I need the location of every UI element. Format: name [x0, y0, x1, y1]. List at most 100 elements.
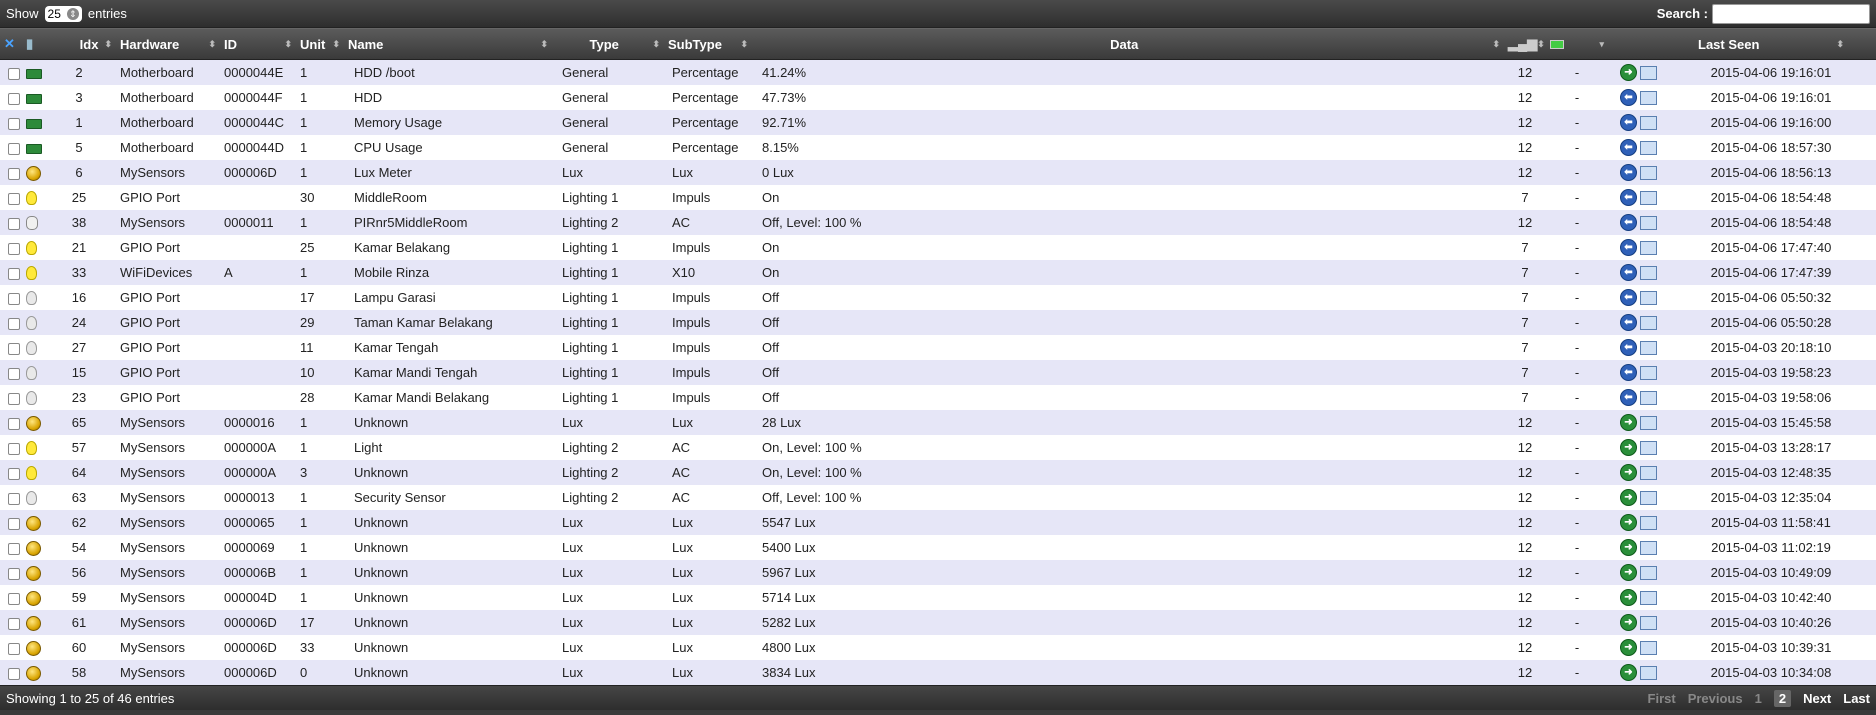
pager-next[interactable]: Next: [1803, 691, 1831, 706]
search-input[interactable]: [1712, 3, 1870, 24]
arrow-right-icon[interactable]: ➜: [1620, 589, 1637, 607]
row-checkbox[interactable]: [0, 640, 22, 655]
column-subtype[interactable]: SubType ⬍: [664, 37, 752, 52]
row-checkbox[interactable]: [0, 590, 22, 605]
log-icon[interactable]: [1640, 290, 1657, 305]
row-checkbox[interactable]: [0, 315, 22, 330]
row-checkbox[interactable]: [0, 215, 22, 230]
row-checkbox[interactable]: [0, 140, 22, 155]
arrow-left-icon[interactable]: ⬅: [1620, 389, 1637, 407]
log-icon[interactable]: [1640, 315, 1657, 330]
log-icon[interactable]: [1640, 115, 1657, 130]
arrow-right-icon[interactable]: ➜: [1620, 664, 1637, 682]
cell-id: 0000013: [224, 490, 275, 505]
arrow-right-icon[interactable]: ➜: [1620, 464, 1637, 482]
arrow-left-icon[interactable]: ⬅: [1620, 139, 1637, 157]
log-icon[interactable]: [1640, 140, 1657, 155]
row-checkbox[interactable]: [0, 390, 22, 405]
arrow-left-icon[interactable]: ⬅: [1620, 314, 1637, 332]
column-last-seen[interactable]: Last Seen ⬍: [1694, 37, 1848, 52]
arrow-left-icon[interactable]: ⬅: [1620, 114, 1637, 132]
arrow-left-icon[interactable]: ⬅: [1620, 339, 1637, 357]
column-data[interactable]: Data ⬍: [752, 37, 1504, 52]
arrow-right-icon[interactable]: ➜: [1620, 489, 1637, 507]
row-checkbox[interactable]: [0, 240, 22, 255]
row-checkbox[interactable]: [0, 65, 22, 80]
column-name[interactable]: Name ⬍: [344, 37, 552, 52]
arrow-right-icon[interactable]: ➜: [1620, 539, 1637, 557]
row-checkbox[interactable]: [0, 490, 22, 505]
arrow-right-icon[interactable]: ➜: [1620, 564, 1637, 582]
arrow-right-icon[interactable]: ➜: [1620, 514, 1637, 532]
log-icon[interactable]: [1640, 465, 1657, 480]
row-checkbox[interactable]: [0, 565, 22, 580]
row-checkbox[interactable]: [0, 90, 22, 105]
arrow-left-icon[interactable]: ⬅: [1620, 214, 1637, 232]
log-icon[interactable]: [1640, 90, 1657, 105]
column-signal[interactable]: ▂▄▆ ⬍: [1504, 36, 1546, 52]
arrow-left-icon[interactable]: ⬅: [1620, 164, 1637, 182]
arrow-left-icon[interactable]: ⬅: [1620, 189, 1637, 207]
pager-first[interactable]: First: [1648, 691, 1676, 706]
log-icon[interactable]: [1640, 190, 1657, 205]
row-checkbox[interactable]: [0, 340, 22, 355]
log-icon[interactable]: [1640, 590, 1657, 605]
cell-unit: 3: [300, 465, 308, 480]
log-icon[interactable]: [1640, 340, 1657, 355]
cell-signal: 12: [1517, 165, 1533, 180]
row-checkbox[interactable]: [0, 465, 22, 480]
row-checkbox[interactable]: [0, 515, 22, 530]
row-checkbox[interactable]: [0, 290, 22, 305]
arrow-left-icon[interactable]: ⬅: [1620, 364, 1637, 382]
column-unit[interactable]: Unit ⬍: [296, 37, 344, 52]
arrow-right-icon[interactable]: ➜: [1620, 639, 1637, 657]
column-type[interactable]: Type ⬍: [552, 37, 664, 52]
pager-page-2[interactable]: 2: [1773, 689, 1792, 707]
entries-per-page-select[interactable]: 25 ⇕: [44, 5, 82, 22]
row-checkbox[interactable]: [0, 440, 22, 455]
log-icon[interactable]: [1640, 265, 1657, 280]
log-icon[interactable]: [1640, 165, 1657, 180]
column-id[interactable]: ID ⬍: [220, 37, 296, 52]
log-icon[interactable]: [1640, 640, 1657, 655]
column-hardware[interactable]: Hardware ⬍: [116, 37, 220, 52]
arrow-left-icon[interactable]: ⬅: [1620, 289, 1637, 307]
delete-icon[interactable]: ▮: [22, 36, 42, 52]
log-icon[interactable]: [1640, 240, 1657, 255]
row-checkbox[interactable]: [0, 665, 22, 680]
row-checkbox[interactable]: [0, 615, 22, 630]
log-icon[interactable]: [1640, 515, 1657, 530]
log-icon[interactable]: [1640, 565, 1657, 580]
pager-page-1[interactable]: 1: [1755, 691, 1762, 706]
log-icon[interactable]: [1640, 665, 1657, 680]
arrow-right-icon[interactable]: ➜: [1620, 439, 1637, 457]
arrow-right-icon[interactable]: ➜: [1620, 414, 1637, 432]
log-icon[interactable]: [1640, 540, 1657, 555]
log-icon[interactable]: [1640, 215, 1657, 230]
column-battery[interactable]: ▾: [1546, 39, 1608, 50]
pager-previous[interactable]: Previous: [1688, 691, 1743, 706]
log-icon[interactable]: [1640, 65, 1657, 80]
arrow-left-icon[interactable]: ⬅: [1620, 264, 1637, 282]
arrow-right-icon[interactable]: ➜: [1620, 614, 1637, 632]
row-checkbox[interactable]: [0, 190, 22, 205]
arrow-right-icon[interactable]: ➜: [1620, 64, 1637, 82]
log-icon[interactable]: [1640, 490, 1657, 505]
log-icon[interactable]: [1640, 390, 1657, 405]
row-checkbox[interactable]: [0, 415, 22, 430]
arrow-left-icon[interactable]: ⬅: [1620, 239, 1637, 257]
arrow-left-icon[interactable]: ⬅: [1620, 89, 1637, 107]
log-icon[interactable]: [1640, 615, 1657, 630]
log-icon[interactable]: [1640, 365, 1657, 380]
pager-last[interactable]: Last: [1843, 691, 1870, 706]
column-idx[interactable]: Idx ⬍: [42, 37, 116, 52]
select-all-icon[interactable]: ✕: [0, 36, 22, 52]
row-checkbox[interactable]: [0, 365, 22, 380]
log-icon[interactable]: [1640, 415, 1657, 430]
cell-last-seen: 2015-04-06 19:16:01: [1710, 65, 1832, 80]
log-icon[interactable]: [1640, 440, 1657, 455]
row-checkbox[interactable]: [0, 165, 22, 180]
row-checkbox[interactable]: [0, 540, 22, 555]
row-checkbox[interactable]: [0, 265, 22, 280]
row-checkbox[interactable]: [0, 115, 22, 130]
